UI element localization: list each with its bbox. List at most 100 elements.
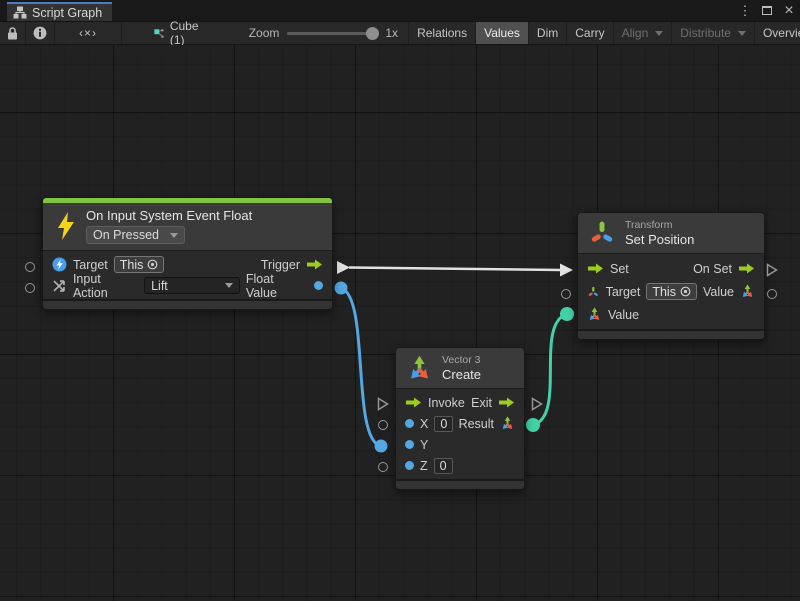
event-target-value: This [120, 258, 144, 272]
kebab-menu-icon[interactable]: ⋮ [738, 4, 752, 18]
vector-node-header: Vector 3 Create [396, 348, 524, 388]
x-value-field[interactable]: 0 [434, 416, 452, 432]
chevron-down-icon [738, 31, 746, 36]
z-label: Z [420, 459, 428, 473]
flow-arrow-icon[interactable] [498, 397, 515, 408]
event-target-chip[interactable]: This [114, 256, 165, 273]
node-vector3-create[interactable]: Vector 3 Create Invoke Exit X [395, 347, 525, 490]
vector-z-input-port[interactable] [378, 462, 388, 472]
event-action-input-port[interactable] [25, 283, 35, 293]
transform-value-output-port[interactable] [767, 289, 777, 299]
vector-node-title: Create [442, 367, 481, 382]
close-icon[interactable]: × [782, 4, 796, 18]
event-mode-dropdown[interactable]: On Pressed [86, 226, 185, 244]
inspect-button[interactable] [26, 22, 55, 44]
event-node-header: On Input System Event Float On Pressed [43, 203, 332, 250]
result-output-port[interactable] [526, 418, 540, 432]
vector3-icon[interactable] [587, 307, 602, 322]
zoom-slider-handle[interactable] [366, 27, 379, 40]
maximize-icon[interactable] [760, 4, 774, 18]
lock-button[interactable] [0, 22, 26, 44]
tab-label: Script Graph [32, 6, 102, 20]
value-input-label: Value [608, 308, 639, 322]
transform-target-label: Target [606, 285, 641, 299]
graph-breadcrumb-icon [154, 27, 164, 40]
align-button[interactable]: Align [614, 22, 673, 44]
float-value-output-port[interactable] [335, 282, 348, 295]
trigger-output-port[interactable] [337, 261, 350, 274]
input-system-icon [52, 257, 67, 272]
target-icon [147, 259, 158, 270]
graph-icon [13, 6, 27, 19]
flow-arrow-icon[interactable] [405, 397, 422, 408]
transform-set-row: Set On Set [578, 257, 764, 280]
set-label: Set [610, 262, 629, 276]
tab-script-graph[interactable]: Script Graph [7, 2, 112, 21]
transform-icon[interactable] [587, 285, 600, 299]
values-button[interactable]: Values [476, 22, 529, 44]
wire-floatvalue-to-y[interactable] [341, 288, 380, 446]
vector-y-row: Y [396, 434, 524, 455]
vector3-icon[interactable] [740, 284, 755, 299]
z-value-field[interactable]: 0 [434, 458, 453, 474]
value-output-label: Value [703, 285, 734, 299]
zoom-slider[interactable] [287, 32, 377, 35]
y-port-dot[interactable] [405, 440, 414, 449]
graph-canvas[interactable]: On Input System Event Float On Pressed T… [0, 45, 800, 601]
transform-node-footer [578, 329, 764, 339]
vector-z-row: Z 0 [396, 455, 524, 476]
z-value: 0 [440, 459, 447, 473]
node-on-input-system-event-float[interactable]: On Input System Event Float On Pressed T… [42, 197, 333, 310]
align-label: Align [622, 26, 649, 40]
vector-node-category: Vector 3 [442, 354, 481, 366]
flow-arrow-icon[interactable] [738, 263, 755, 274]
breadcrumb[interactable]: Cube (1) [144, 22, 213, 44]
wire-trigger-to-set[interactable] [349, 268, 561, 271]
relations-button[interactable]: Relations [408, 22, 476, 44]
value-input-port[interactable] [560, 307, 574, 321]
x-port-dot[interactable] [405, 419, 414, 428]
vector-x-input-port[interactable] [378, 420, 388, 430]
vector-x-row: X 0 Result [396, 413, 524, 434]
y-input-port[interactable] [375, 440, 388, 453]
target-icon [680, 286, 691, 297]
transform-target-chip[interactable]: This [646, 283, 697, 300]
dim-button[interactable]: Dim [529, 22, 567, 44]
carry-button[interactable]: Carry [567, 22, 613, 44]
flow-arrow-icon[interactable] [587, 263, 604, 274]
x-value: 0 [440, 417, 447, 431]
zoom-control: Zoom 1x [249, 22, 408, 44]
chevron-down-icon [225, 283, 233, 288]
overview-button[interactable]: Overview [755, 22, 800, 44]
window-controls: ⋮ × [738, 2, 796, 19]
z-port-dot[interactable] [405, 461, 414, 470]
distribute-button[interactable]: Distribute [672, 22, 755, 44]
chevron-down-icon [655, 31, 663, 36]
event-target-input-port[interactable] [25, 262, 35, 272]
vector3-icon[interactable] [500, 416, 515, 431]
variables-icon: ‹×› [79, 26, 97, 40]
zoom-label: Zoom [249, 26, 280, 40]
trigger-label: Trigger [261, 258, 300, 272]
vector-invoke-input-port[interactable] [377, 397, 389, 414]
transform-target-input-port[interactable] [561, 289, 571, 299]
variables-button[interactable]: ‹×› [55, 22, 122, 44]
exit-label: Exit [471, 396, 492, 410]
lightning-icon [55, 211, 77, 241]
flow-arrow-icon[interactable] [306, 259, 323, 270]
vector-invoke-row: Invoke Exit [396, 392, 524, 413]
event-node-title: On Input System Event Float [86, 208, 252, 223]
node-transform-set-position[interactable]: Transform Set Position Set On Set [577, 212, 765, 340]
event-target-label: Target [73, 258, 108, 272]
chevron-down-icon [170, 233, 178, 238]
lock-icon [7, 27, 18, 40]
vector-exit-output-port[interactable] [531, 397, 543, 414]
relations-label: Relations [417, 26, 467, 40]
info-icon [33, 26, 47, 40]
float-value-dot[interactable] [314, 281, 323, 290]
input-action-dropdown[interactable]: Lift [144, 277, 240, 294]
transform-onset-output-port[interactable] [766, 263, 778, 280]
window-titlebar: Script Graph ⋮ × [0, 0, 800, 21]
zoom-value: 1x [385, 26, 398, 40]
transform-target-value: This [652, 285, 676, 299]
